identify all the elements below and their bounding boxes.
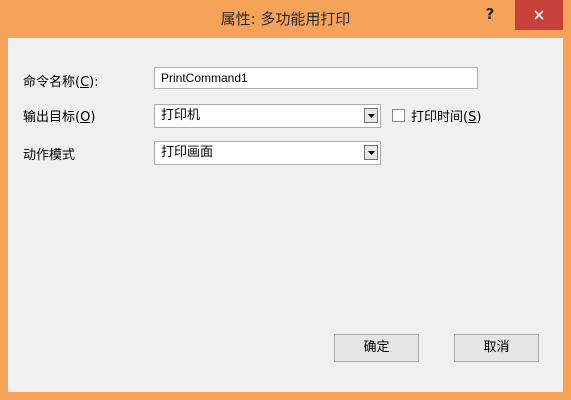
output-target-dropdown-button[interactable] <box>364 108 378 123</box>
command-name-input[interactable]: PrintCommand1 <box>154 67 478 89</box>
action-mode-label: 动作模式 <box>23 148 76 163</box>
dialog-window: 属性: 多功能用打印 ? 命令名称(C): PrintCommand1 输出目标… <box>0 0 571 400</box>
dialog-body: 命令名称(C): PrintCommand1 输出目标(O) 打印机 打印时间(… <box>8 38 563 392</box>
action-mode-dropdown-button[interactable] <box>364 145 378 160</box>
title-bar[interactable]: 属性: 多功能用打印 ? <box>0 0 571 38</box>
chevron-down-icon <box>368 151 375 155</box>
close-icon <box>534 10 544 20</box>
output-target-value: 打印机 <box>161 108 201 123</box>
action-mode-select[interactable]: 打印画面 <box>154 141 381 165</box>
chevron-down-icon <box>368 114 375 118</box>
cancel-button[interactable]: 取消 <box>454 334 539 362</box>
action-mode-value: 打印画面 <box>161 145 214 160</box>
output-target-label: 输出目标(O) <box>23 110 96 125</box>
command-name-label: 命令名称(C): <box>23 75 99 90</box>
help-button[interactable]: ? <box>470 0 510 30</box>
print-time-checkbox[interactable] <box>392 109 405 122</box>
print-time-label[interactable]: 打印时间(S) <box>411 106 481 125</box>
close-button[interactable] <box>515 0 563 30</box>
ok-button[interactable]: 确定 <box>334 334 419 362</box>
output-target-select[interactable]: 打印机 <box>154 104 381 128</box>
